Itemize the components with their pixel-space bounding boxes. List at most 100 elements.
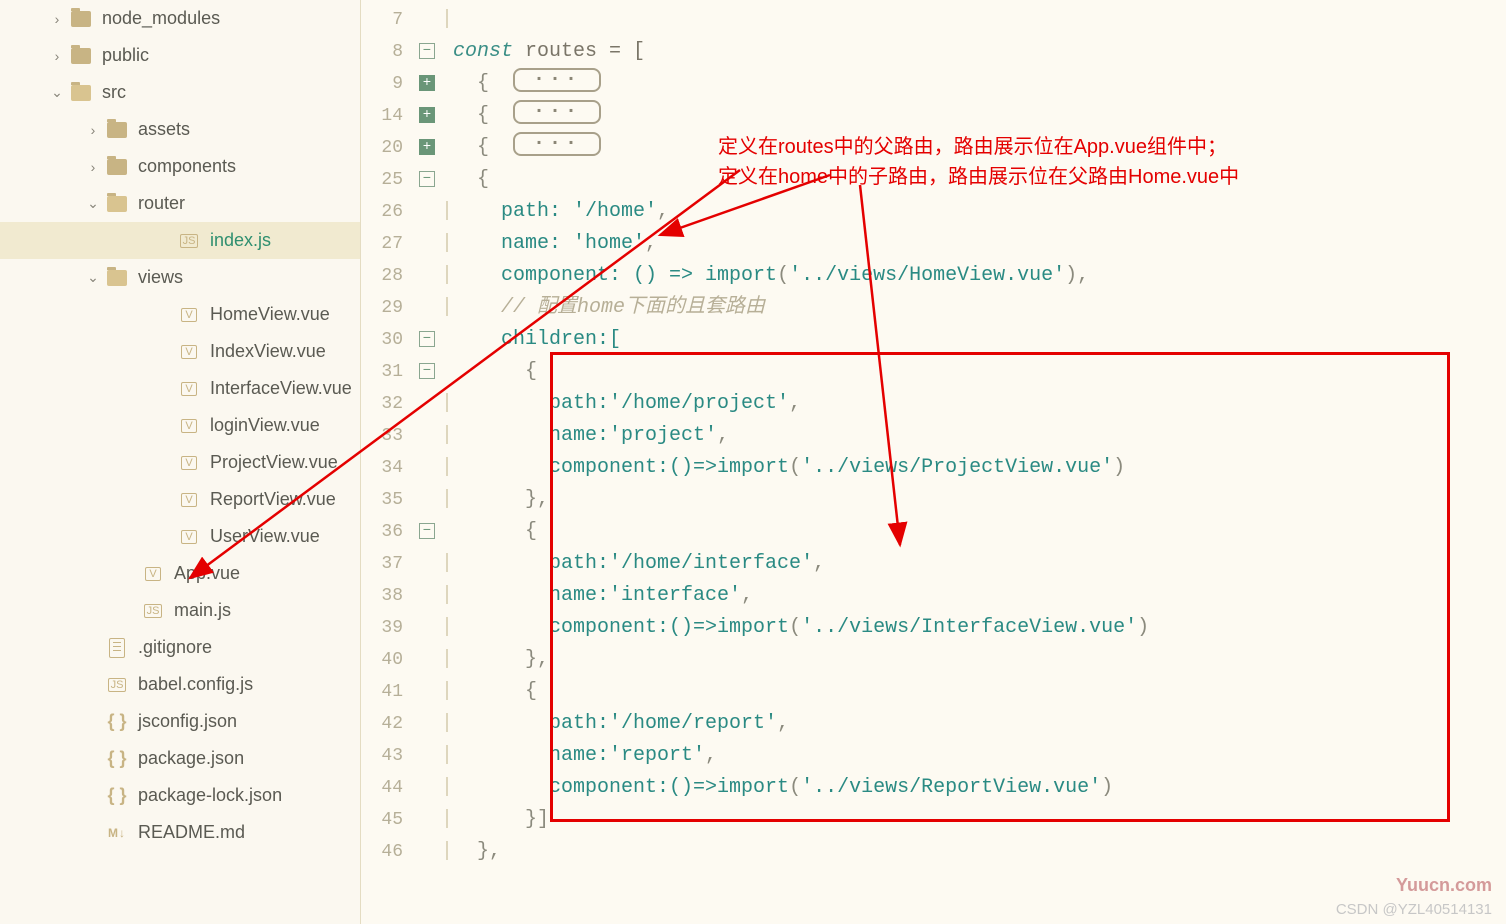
chevron-icon[interactable]: ⌄ (86, 269, 100, 286)
chevron-icon[interactable] (158, 233, 172, 249)
fold-toggle[interactable]: + (413, 100, 441, 132)
tree-item-label: router (138, 193, 352, 214)
line-number: 34 (361, 452, 403, 484)
fold-toggle[interactable]: + (413, 132, 441, 164)
fold-toggle[interactable]: + (413, 68, 441, 100)
file-explorer[interactable]: ›node_modules›public⌄src›assets›componen… (0, 0, 360, 924)
chevron-icon[interactable] (158, 307, 172, 323)
collapsed-region[interactable]: ··· (513, 68, 601, 92)
tree-item-label: ReportView.vue (210, 489, 352, 510)
chevron-icon[interactable] (122, 566, 136, 582)
line-number: 14 (361, 100, 403, 132)
tree-index-js[interactable]: JSindex.js (0, 222, 360, 259)
tree-item-label: views (138, 267, 352, 288)
line-number: 33 (361, 420, 403, 452)
code-line[interactable]: path: '/home', (453, 196, 1506, 228)
chevron-icon[interactable] (86, 677, 100, 693)
folder-icon (106, 156, 128, 178)
line-number: 26 (361, 196, 403, 228)
chevron-icon[interactable]: ⌄ (50, 84, 64, 101)
chevron-icon[interactable]: ⌄ (86, 195, 100, 212)
chevron-icon[interactable] (86, 751, 100, 767)
fold-toggle[interactable]: − (413, 356, 441, 388)
tree-assets[interactable]: ›assets (0, 111, 360, 148)
line-number: 43 (361, 740, 403, 772)
tree-item-label: HomeView.vue (210, 304, 352, 325)
code-line[interactable]: name: 'home', (453, 228, 1506, 260)
chevron-icon[interactable]: › (50, 48, 64, 64)
tree-indexview[interactable]: VIndexView.vue (0, 333, 360, 370)
tree-readme[interactable]: M↓ README.md (0, 814, 360, 851)
tree-router[interactable]: ⌄ router (0, 185, 360, 222)
chevron-icon[interactable] (158, 455, 172, 471)
folder-open-icon (106, 193, 128, 215)
chevron-icon[interactable]: › (86, 122, 100, 138)
tree-gitignore[interactable]: .gitignore (0, 629, 360, 666)
code-line[interactable]: // 配置home下面的且套路由 (453, 292, 1506, 324)
fold-toggle (413, 228, 441, 260)
tree-package[interactable]: { }package.json (0, 740, 360, 777)
chevron-icon[interactable]: › (86, 159, 100, 175)
tree-mainjs[interactable]: JSmain.js (0, 592, 360, 629)
tree-item-label: package.json (138, 748, 352, 769)
tree-jsconfig[interactable]: { }jsconfig.json (0, 703, 360, 740)
chevron-icon[interactable] (86, 825, 100, 841)
tree-homeview[interactable]: VHomeView.vue (0, 296, 360, 333)
chevron-icon[interactable] (158, 529, 172, 545)
code-line[interactable]: }, (453, 836, 1506, 868)
file-icon (106, 637, 128, 659)
code-line[interactable]: { ··· (453, 100, 1506, 132)
vue-file-icon: V (178, 452, 200, 474)
tree-projectview[interactable]: VProjectView.vue (0, 444, 360, 481)
tree-packagelock[interactable]: { }package-lock.json (0, 777, 360, 814)
chevron-icon[interactable] (158, 492, 172, 508)
line-number: 46 (361, 836, 403, 868)
tree-interfaceview[interactable]: VInterfaceView.vue (0, 370, 360, 407)
code-editor[interactable]: 7891420252627282930313233343536373839404… (360, 0, 1506, 924)
tree-loginview[interactable]: VloginView.vue (0, 407, 360, 444)
vue-file-icon: V (178, 341, 200, 363)
code-line[interactable]: const routes = [ (453, 36, 1506, 68)
chevron-icon[interactable] (86, 640, 100, 656)
markdown-file-icon: M↓ (106, 822, 128, 844)
collapsed-region[interactable]: ··· (513, 100, 601, 124)
chevron-icon[interactable] (158, 381, 172, 397)
indent-guide: | (441, 420, 451, 452)
line-number: 9 (361, 68, 403, 100)
chevron-icon[interactable] (122, 603, 136, 619)
fold-toggle (413, 676, 441, 708)
fold-toggle[interactable]: − (413, 516, 441, 548)
fold-toggle (413, 612, 441, 644)
tree-views[interactable]: ⌄ views (0, 259, 360, 296)
code-line[interactable]: { ··· (453, 68, 1506, 100)
line-number: 42 (361, 708, 403, 740)
fold-toggle (413, 292, 441, 324)
tree-src[interactable]: ⌄src (0, 74, 360, 111)
chevron-icon[interactable] (86, 788, 100, 804)
chevron-icon[interactable] (158, 344, 172, 360)
indent-guide (441, 100, 451, 132)
tree-node-modules[interactable]: ›node_modules (0, 0, 360, 37)
fold-gutter[interactable]: −+++− −− − (413, 0, 441, 924)
tree-item-label: README.md (138, 822, 352, 843)
fold-toggle[interactable]: − (413, 164, 441, 196)
tree-public[interactable]: ›public (0, 37, 360, 74)
indent-guide: | (441, 612, 451, 644)
tree-appvue[interactable]: VApp.vue (0, 555, 360, 592)
vue-file-icon: V (178, 526, 200, 548)
code-line[interactable] (453, 4, 1506, 36)
fold-toggle[interactable]: − (413, 324, 441, 356)
chevron-icon[interactable] (86, 714, 100, 730)
js-file-icon: JS (142, 600, 164, 622)
tree-reportview[interactable]: VReportView.vue (0, 481, 360, 518)
fold-toggle[interactable]: − (413, 36, 441, 68)
chevron-icon[interactable] (158, 418, 172, 434)
tree-userview[interactable]: V UserView.vue (0, 518, 360, 555)
chevron-icon[interactable]: › (50, 11, 64, 27)
tree-item-label: UserView.vue (210, 526, 352, 547)
collapsed-region[interactable]: ··· (513, 132, 601, 156)
tree-babel[interactable]: JSbabel.config.js (0, 666, 360, 703)
tree-components[interactable]: ›components (0, 148, 360, 185)
code-line[interactable]: component: () => import('../views/HomeVi… (453, 260, 1506, 292)
indent-guide: | (441, 580, 451, 612)
